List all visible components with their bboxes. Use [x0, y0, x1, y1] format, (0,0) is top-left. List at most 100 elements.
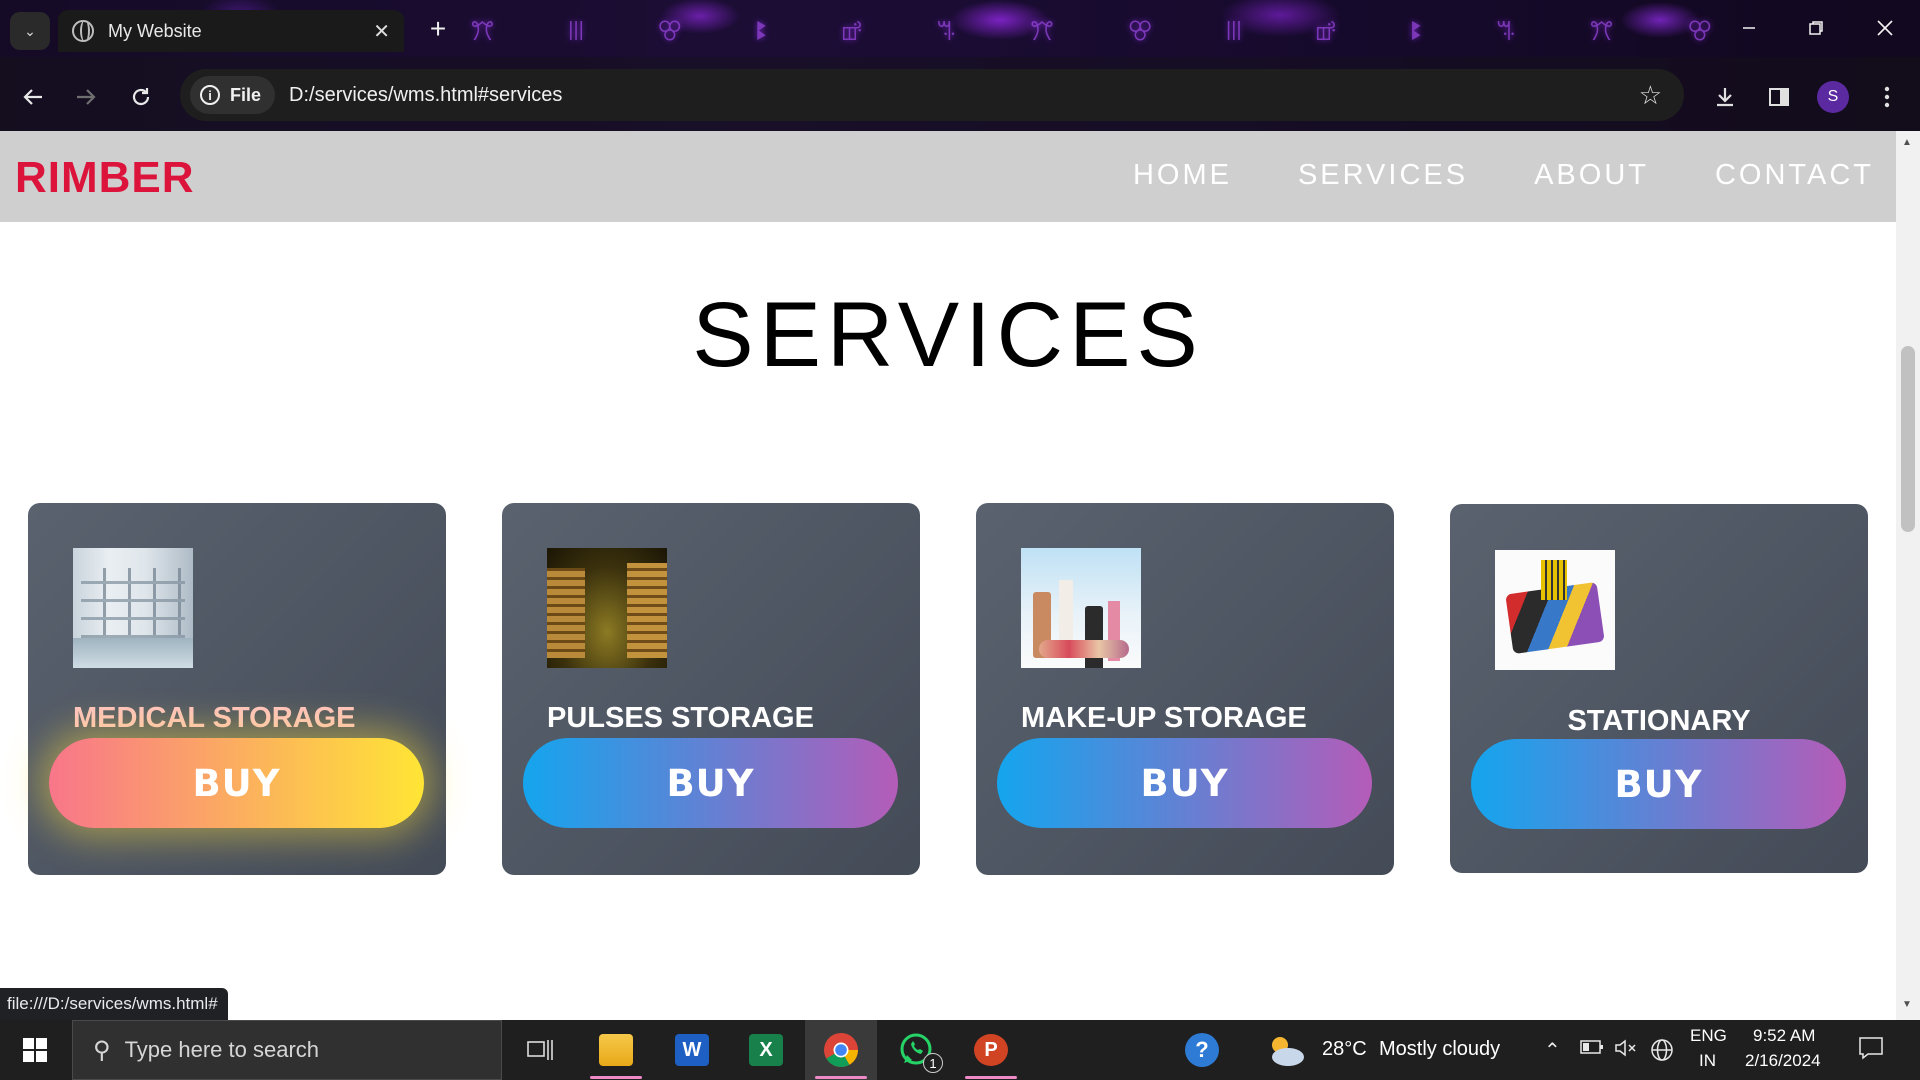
stationery-items-image — [1495, 550, 1615, 670]
notification-badge: 1 — [923, 1053, 943, 1073]
close-window-button[interactable] — [1860, 8, 1910, 48]
search-icon: ⚲ — [93, 1036, 111, 1064]
globe-icon — [72, 20, 94, 42]
battery-icon[interactable] — [1580, 1038, 1604, 1061]
nav-links: HOME SERVICES ABOUT CONTACT — [1133, 159, 1874, 192]
taskbar-excel[interactable]: X — [730, 1020, 802, 1080]
page-scrollbar[interactable]: ▲ ▼ — [1896, 131, 1920, 1020]
language-code[interactable]: ENG — [1690, 1026, 1727, 1046]
running-indicator — [590, 1076, 642, 1079]
nav-link-about[interactable]: ABOUT — [1534, 159, 1649, 192]
warehouse-shelves-image — [73, 548, 193, 668]
tab-search-button[interactable]: ⌄ — [10, 12, 50, 50]
windows-taskbar: ⚲ Type here to search W X 1 P ? 28°C Mos… — [0, 1020, 1920, 1080]
minimize-button[interactable] — [1724, 8, 1774, 48]
scroll-down-arrow-icon[interactable]: ▼ — [1902, 999, 1912, 1010]
restore-button[interactable] — [1791, 8, 1841, 48]
cosmetics-image — [1021, 548, 1141, 668]
help-icon: ? — [1185, 1033, 1219, 1067]
notifications-icon[interactable] — [1858, 1036, 1884, 1066]
nav-link-home[interactable]: HOME — [1133, 159, 1232, 192]
bookmark-star-icon[interactable]: ☆ — [1639, 80, 1662, 111]
forward-button[interactable] — [66, 77, 106, 117]
weather-widget-icon-area[interactable] — [1256, 1020, 1316, 1080]
buy-button-makeup[interactable]: BUY — [997, 738, 1372, 828]
taskbar-powerpoint[interactable]: P — [955, 1020, 1027, 1080]
scrollbar-thumb[interactable] — [1901, 346, 1915, 532]
browser-chrome: ꔫꔖꕢꔪꕡꕐꔫꕢꔖꕡꔪꕐꔫꕢ ⌄ My Website ✕ + i File D… — [0, 0, 1920, 131]
download-icon — [1717, 88, 1733, 107]
service-card-stationary: STATIONARY BUY — [1450, 504, 1868, 873]
service-card-title: MEDICAL STORAGE — [73, 702, 356, 734]
services-heading: SERVICES — [692, 284, 1204, 386]
site-logo[interactable]: RIMBER — [15, 153, 195, 203]
word-icon: W — [675, 1034, 709, 1066]
folder-icon — [599, 1034, 633, 1066]
site-navbar: RIMBER HOME SERVICES ABOUT CONTACT — [0, 131, 1896, 222]
restore-icon — [1809, 21, 1823, 35]
start-button[interactable] — [0, 1020, 70, 1080]
tab-title: My Website — [108, 20, 202, 41]
nav-link-services[interactable]: SERVICES — [1298, 159, 1468, 192]
buy-button-stationary[interactable]: BUY — [1471, 739, 1846, 829]
back-button[interactable] — [13, 77, 53, 117]
taskbar-chrome[interactable] — [805, 1020, 877, 1080]
taskbar-whatsapp[interactable]: 1 — [880, 1020, 952, 1080]
reload-button[interactable] — [121, 77, 161, 117]
browser-menu-button[interactable] — [1867, 77, 1907, 117]
taskbar-help[interactable]: ? — [1166, 1020, 1238, 1080]
address-bar[interactable]: i File D:/services/wms.html#services ☆ — [180, 69, 1684, 121]
new-tab-button[interactable]: + — [420, 10, 456, 48]
chevron-up-icon[interactable]: ⌃ — [1544, 1038, 1561, 1063]
service-card-medical: MEDICAL STORAGE BUY — [28, 503, 446, 875]
buy-button-pulses[interactable]: BUY — [523, 738, 898, 828]
globe-shape — [1651, 1039, 1673, 1061]
site-info-chip[interactable]: i File — [190, 76, 276, 114]
downloads-button[interactable] — [1705, 77, 1745, 117]
weather-temperature[interactable]: 28°C — [1322, 1038, 1367, 1061]
url-text[interactable]: D:/services/wms.html#services — [289, 84, 1639, 107]
side-panel-icon — [1769, 88, 1789, 106]
service-card-title: STATIONARY — [1567, 705, 1751, 737]
speech-bubble-shape — [1859, 1037, 1883, 1060]
service-card-pulses: PULSES STORAGE BUY — [502, 503, 920, 875]
link-status-bubble: file:///D:/services/wms.html# — [0, 988, 228, 1020]
web-page: RIMBER HOME SERVICES ABOUT CONTACT SERVI… — [0, 131, 1896, 1020]
chrome-icon — [824, 1033, 858, 1067]
clock-time[interactable]: 9:52 AM — [1753, 1026, 1815, 1046]
scroll-up-arrow-icon[interactable]: ▲ — [1902, 137, 1912, 148]
tab-close-icon[interactable]: ✕ — [373, 19, 390, 44]
excel-icon: X — [749, 1034, 783, 1066]
network-globe-icon[interactable] — [1650, 1038, 1674, 1068]
clock-date[interactable]: 2/16/2024 — [1745, 1051, 1821, 1071]
speaker-shape — [1615, 1039, 1636, 1057]
service-card-title: MAKE-UP STORAGE — [1021, 702, 1307, 734]
language-region[interactable]: IN — [1699, 1051, 1716, 1071]
service-card-makeup: MAKE-UP STORAGE BUY — [976, 503, 1394, 875]
close-icon — [1877, 20, 1893, 36]
buy-button-medical[interactable]: BUY — [49, 738, 424, 828]
browser-tab[interactable]: My Website ✕ — [58, 10, 404, 52]
taskbar-file-explorer[interactable] — [580, 1020, 652, 1080]
taskbar-search-box[interactable]: ⚲ Type here to search — [72, 1020, 502, 1080]
arrow-right-icon — [77, 89, 96, 105]
running-indicator — [965, 1076, 1017, 1079]
windows-logo-icon — [23, 1038, 47, 1062]
battery-shape — [1580, 1040, 1603, 1054]
kebab-menu-icon — [1884, 86, 1890, 108]
cloudy-weather-icon — [1272, 1037, 1304, 1066]
task-view-icon — [527, 1040, 553, 1060]
weather-description[interactable]: Mostly cloudy — [1379, 1038, 1500, 1061]
info-icon: i — [200, 85, 220, 105]
profile-avatar[interactable]: S — [1817, 81, 1849, 113]
speaker-muted-icon[interactable] — [1614, 1038, 1638, 1064]
arrow-left-icon — [23, 89, 42, 105]
grain-warehouse-image — [547, 548, 667, 668]
nav-link-contact[interactable]: CONTACT — [1715, 159, 1874, 192]
taskbar-word[interactable]: W — [656, 1020, 728, 1080]
minimize-icon — [1743, 27, 1755, 29]
side-panel-button[interactable] — [1759, 77, 1799, 117]
search-placeholder: Type here to search — [124, 1037, 320, 1062]
task-view-button[interactable] — [504, 1020, 576, 1080]
theme-glyph-pattern: ꔫꔖꕢꔪꕡꕐꔫꕢꔖꕡꔪꕐꔫꕢ — [470, 16, 1720, 47]
